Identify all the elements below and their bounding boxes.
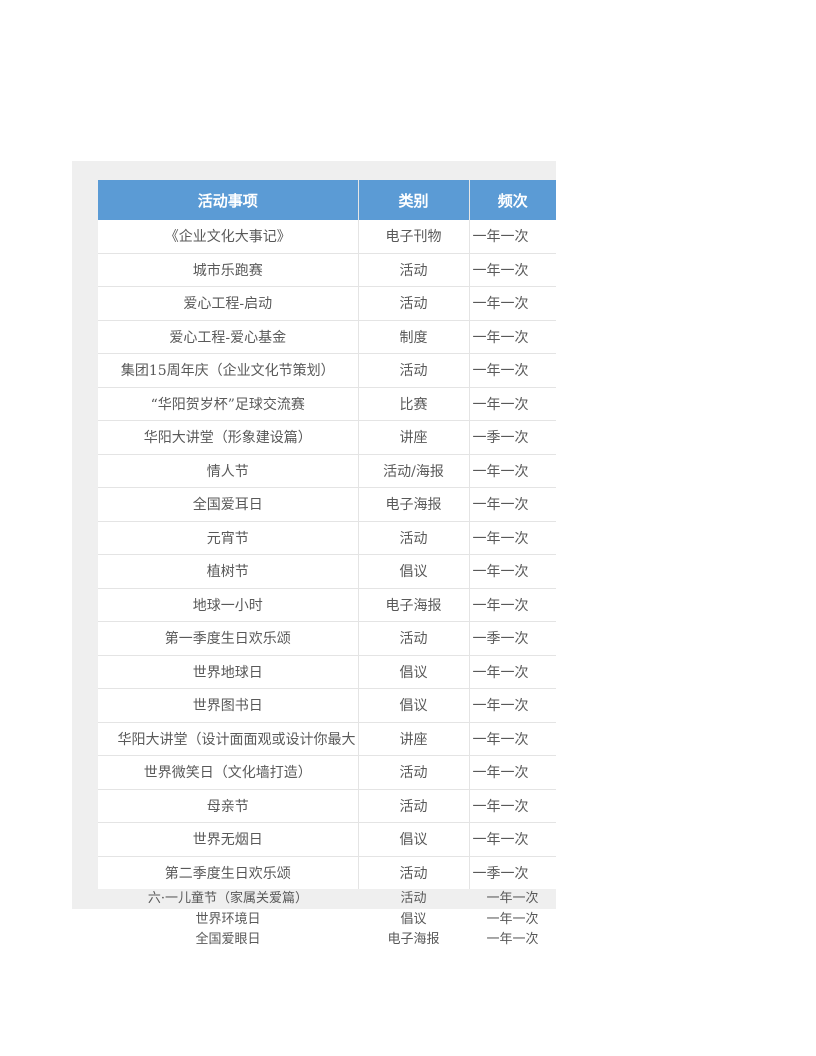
activity-cell[interactable]: 世界图书日 xyxy=(98,688,359,723)
activity-cell[interactable]: 世界微笑日（文化墙打造） xyxy=(98,755,359,790)
activity-cell[interactable]: 爱心工程-启动 xyxy=(98,286,359,321)
category-cell[interactable]: 电子海报 xyxy=(358,588,470,622)
activity-table: 活动事项 类别 频次 《企业文化大事记》 电子刊物 一年一次 城市乐跑赛 活动 … xyxy=(98,180,556,890)
frequency-cell[interactable]: 一年一次 xyxy=(469,487,556,522)
category-cell[interactable]: 比赛 xyxy=(358,387,470,421)
frequency-cell[interactable]: 一季一次 xyxy=(469,420,556,455)
tail-row: 全国爱眼日 电子海报 一年一次 xyxy=(98,930,556,950)
activity-cell[interactable]: 集团15周年庆（企业文化节策划） xyxy=(98,353,359,388)
activity-cell[interactable]: 地球一小时 xyxy=(98,588,359,622)
table-row: 植树节 倡议 一年一次 xyxy=(98,554,556,589)
activity-cell[interactable]: 全国爱耳日 xyxy=(98,487,359,522)
frequency-cell[interactable]: 一年一次 xyxy=(469,320,556,354)
table-row: 世界地球日 倡议 一年一次 xyxy=(98,655,556,689)
category-cell[interactable]: 活动 xyxy=(358,353,470,388)
table-row: 母亲节 活动 一年一次 xyxy=(98,789,556,823)
table-row: 第二季度生日欢乐颂 活动 一季一次 xyxy=(98,856,556,890)
frequency-cell[interactable]: 一年一次 xyxy=(469,286,556,321)
frequency-cell[interactable]: 一年一次 xyxy=(469,688,556,723)
activity-cell[interactable]: 全国爱眼日 xyxy=(98,930,358,950)
frequency-cell[interactable]: 一年一次 xyxy=(469,889,556,909)
category-cell[interactable]: 倡议 xyxy=(358,910,469,930)
frequency-cell[interactable]: 一年一次 xyxy=(469,253,556,287)
activity-cell[interactable]: 世界无烟日 xyxy=(98,822,359,857)
frequency-cell[interactable]: 一季一次 xyxy=(469,621,556,656)
frequency-cell[interactable]: 一季一次 xyxy=(469,856,556,890)
category-cell[interactable]: 倡议 xyxy=(358,822,470,857)
frequency-cell[interactable]: 一年一次 xyxy=(469,910,556,930)
table-row: 世界图书日 倡议 一年一次 xyxy=(98,688,556,723)
category-cell[interactable]: 倡议 xyxy=(358,655,470,689)
tail-row: 世界环境日 倡议 一年一次 xyxy=(98,910,556,930)
category-cell[interactable]: 活动/海报 xyxy=(358,454,470,488)
activity-cell[interactable]: 世界环境日 xyxy=(98,910,358,930)
category-cell[interactable]: 制度 xyxy=(358,320,470,354)
table-row: 爱心工程-启动 活动 一年一次 xyxy=(98,286,556,321)
table-row: 元宵节 活动 一年一次 xyxy=(98,521,556,555)
tail-row: 六·一儿童节（家属关爱篇） 活动 一年一次 xyxy=(98,889,556,909)
category-cell[interactable]: 讲座 xyxy=(358,722,470,756)
table-row: 集团15周年庆（企业文化节策划） 活动 一年一次 xyxy=(98,353,556,388)
activity-cell[interactable]: 母亲节 xyxy=(98,789,359,823)
header-frequency[interactable]: 频次 xyxy=(469,180,556,220)
table-row: 第一季度生日欢乐颂 活动 一季一次 xyxy=(98,621,556,656)
table-row: 世界微笑日（文化墙打造） 活动 一年一次 xyxy=(98,755,556,790)
frequency-cell[interactable]: 一年一次 xyxy=(469,655,556,689)
table-row: 全国爱耳日 电子海报 一年一次 xyxy=(98,487,556,522)
frequency-cell[interactable]: 一年一次 xyxy=(469,789,556,823)
table-row: 世界无烟日 倡议 一年一次 xyxy=(98,822,556,857)
table-row: 情人节 活动/海报 一年一次 xyxy=(98,454,556,488)
header-activity[interactable]: 活动事项 xyxy=(98,180,359,220)
category-cell[interactable]: 活动 xyxy=(358,253,470,287)
activity-cell[interactable]: 爱心工程-爱心基金 xyxy=(98,320,359,354)
activity-cell[interactable]: 华阳大讲堂（形象建设篇） xyxy=(98,420,359,455)
table-row: 《企业文化大事记》 电子刊物 一年一次 xyxy=(98,220,556,254)
frequency-cell[interactable]: 一年一次 xyxy=(469,220,556,254)
category-cell[interactable]: 活动 xyxy=(358,889,469,909)
activity-cell[interactable]: “华阳贺岁杯”足球交流赛 xyxy=(98,387,359,421)
activity-cell[interactable]: 城市乐跑赛 xyxy=(98,253,359,287)
frequency-cell[interactable]: 一年一次 xyxy=(469,353,556,388)
category-cell[interactable]: 活动 xyxy=(358,521,470,555)
category-cell[interactable]: 电子海报 xyxy=(358,930,469,950)
table-row: 爱心工程-爱心基金 制度 一年一次 xyxy=(98,320,556,354)
frequency-cell[interactable]: 一年一次 xyxy=(469,454,556,488)
activity-cell[interactable]: 第二季度生日欢乐颂 xyxy=(98,856,359,890)
frequency-cell[interactable]: 一年一次 xyxy=(469,387,556,421)
activity-cell[interactable]: 六·一儿童节（家属关爱篇） xyxy=(98,889,358,909)
activity-cell[interactable]: 华阳大讲堂（设计面面观或设计你最大 xyxy=(98,722,359,756)
activity-cell[interactable]: 《企业文化大事记》 xyxy=(98,220,359,254)
category-cell[interactable]: 活动 xyxy=(358,789,470,823)
frequency-cell[interactable]: 一年一次 xyxy=(469,521,556,555)
category-cell[interactable]: 活动 xyxy=(358,856,470,890)
frequency-cell[interactable]: 一年一次 xyxy=(469,822,556,857)
category-cell[interactable]: 活动 xyxy=(358,621,470,656)
frequency-cell[interactable]: 一年一次 xyxy=(469,755,556,790)
header-category[interactable]: 类别 xyxy=(358,180,470,220)
frequency-cell[interactable]: 一年一次 xyxy=(469,554,556,589)
category-cell[interactable]: 讲座 xyxy=(358,420,470,455)
category-cell[interactable]: 倡议 xyxy=(358,688,470,723)
activity-cell[interactable]: 元宵节 xyxy=(98,521,359,555)
table-row: 华阳大讲堂（形象建设篇） 讲座 一季一次 xyxy=(98,420,556,455)
activity-cell[interactable]: 第一季度生日欢乐颂 xyxy=(98,621,359,656)
activity-cell[interactable]: 植树节 xyxy=(98,554,359,589)
category-cell[interactable]: 倡议 xyxy=(358,554,470,589)
category-cell[interactable]: 活动 xyxy=(358,286,470,321)
frequency-cell[interactable]: 一年一次 xyxy=(469,722,556,756)
table-header-row: 活动事项 类别 频次 xyxy=(98,180,556,220)
category-cell[interactable]: 电子海报 xyxy=(358,487,470,522)
frequency-cell[interactable]: 一年一次 xyxy=(469,588,556,622)
category-cell[interactable]: 电子刊物 xyxy=(358,220,470,254)
table-row: 华阳大讲堂（设计面面观或设计你最大 讲座 一年一次 xyxy=(98,722,556,756)
activity-cell-text: 华阳大讲堂（设计面面观或设计你最大 xyxy=(117,731,356,748)
table-row: 地球一小时 电子海报 一年一次 xyxy=(98,588,556,622)
frequency-cell[interactable]: 一年一次 xyxy=(469,930,556,950)
table-row: 城市乐跑赛 活动 一年一次 xyxy=(98,253,556,287)
activity-cell[interactable]: 世界地球日 xyxy=(98,655,359,689)
activity-cell[interactable]: 情人节 xyxy=(98,454,359,488)
category-cell[interactable]: 活动 xyxy=(358,755,470,790)
table-row: “华阳贺岁杯”足球交流赛 比赛 一年一次 xyxy=(98,387,556,421)
